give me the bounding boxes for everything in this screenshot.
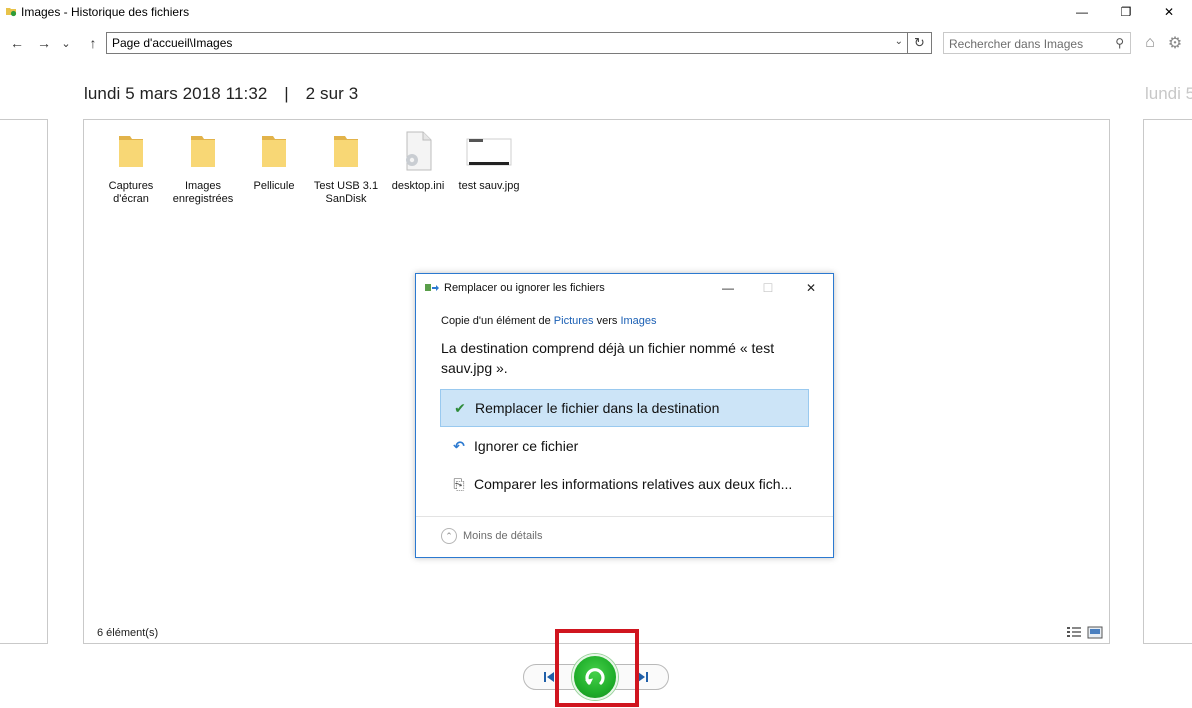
chevron-up-icon: ⌃: [441, 528, 457, 544]
folder-icon: [262, 136, 286, 167]
image-thumbnail-icon: [466, 138, 512, 166]
dialog-minimize-button[interactable]: —: [713, 277, 743, 299]
address-bar[interactable]: Page d'accueil\Images ⌄: [106, 32, 908, 54]
dialog-title: Remplacer ou ignorer les fichiers: [444, 282, 605, 294]
file-item[interactable]: Captures d'écran: [98, 130, 164, 206]
forward-arrow-icon[interactable]: →: [33, 32, 55, 54]
item-count: 6 élément(s): [97, 627, 159, 639]
destination-folder-link[interactable]: Images: [620, 315, 656, 327]
file-name: Pellicule: [253, 180, 295, 192]
replace-or-skip-dialog: Remplacer ou ignorer les fichiers — ☐ ✕ …: [415, 273, 834, 558]
address-text: Page d'accueil\Images: [112, 36, 233, 50]
search-icon[interactable]: ⚲: [1115, 36, 1124, 50]
close-button[interactable]: ✕: [1146, 0, 1192, 24]
compare-files-icon: ⎘: [453, 475, 465, 492]
copy-description: Copie d'un élément de Pictures vers Imag…: [441, 315, 657, 327]
details-view-icon[interactable]: [1066, 626, 1082, 639]
conflict-message: La destination comprend déjà un fichier …: [441, 340, 775, 376]
back-arrow-icon[interactable]: ←: [6, 32, 28, 54]
file-transfer-icon: [425, 284, 439, 291]
dialog-close-button[interactable]: ✕: [796, 277, 826, 299]
address-dropdown-icon[interactable]: ⌄: [895, 36, 903, 47]
less-details-toggle[interactable]: ⌃ Moins de détails: [441, 528, 543, 544]
search-placeholder: Rechercher dans Images: [949, 37, 1084, 51]
skip-file-option[interactable]: ↶ Ignorer ce fichier: [440, 427, 809, 465]
replace-file-option[interactable]: ✔ Remplacer le fichier dans la destinati…: [440, 389, 809, 427]
folder-icon: [191, 136, 215, 167]
highlight-annotation: [555, 629, 639, 707]
snapshot-position: 2 sur 3: [305, 84, 359, 103]
option-label: Comparer les informations relatives aux …: [474, 476, 793, 492]
copy-mid: vers: [593, 315, 621, 327]
file-name: Test USB 3.1 SanDisk: [313, 180, 379, 205]
file-item[interactable]: Pellicule: [241, 130, 307, 193]
less-details-label: Moins de détails: [463, 530, 543, 542]
up-arrow-icon[interactable]: ↑: [82, 32, 104, 54]
home-icon[interactable]: ⌂: [1139, 32, 1161, 54]
heading-separator: |: [284, 84, 289, 103]
snapshot-date: lundi 5 mars 2018 11:32: [84, 84, 268, 103]
recent-locations-chevron-icon[interactable]: ⌄: [57, 32, 75, 54]
refresh-icon[interactable]: ↻: [908, 32, 932, 54]
settings-file-icon: [406, 131, 432, 171]
next-snapshot-panel[interactable]: [1143, 119, 1192, 644]
checkmark-icon: ✔: [454, 399, 466, 416]
file-name: Images enregistrées: [172, 180, 234, 205]
compare-files-option[interactable]: ⎘ Comparer les informations relatives au…: [440, 465, 809, 503]
skip-arrow-icon: ↶: [453, 437, 465, 454]
file-item[interactable]: desktop.ini: [385, 130, 451, 193]
dialog-maximize-button: ☐: [762, 281, 774, 295]
file-name: desktop.ini: [391, 180, 445, 192]
file-name: Captures d'écran: [108, 180, 154, 205]
dialog-divider: [416, 516, 833, 517]
file-item[interactable]: Images enregistrées: [170, 130, 236, 206]
folder-icon: [119, 136, 143, 167]
minimize-button[interactable]: —: [1059, 0, 1105, 24]
option-label: Ignorer ce fichier: [474, 438, 579, 454]
file-item[interactable]: Test USB 3.1 SanDisk: [313, 130, 379, 206]
large-icons-view-icon[interactable]: [1087, 626, 1103, 639]
settings-gear-icon[interactable]: ⚙: [1164, 32, 1186, 54]
option-label: Remplacer le fichier dans la destination: [475, 400, 720, 416]
previous-snapshot-panel[interactable]: [0, 119, 48, 644]
file-item[interactable]: test sauv.jpg: [456, 130, 522, 193]
title-bar: Images - Historique des fichiers — ❐ ✕: [0, 0, 1192, 24]
restore-button[interactable]: ❐: [1103, 0, 1149, 24]
file-name: test sauv.jpg: [458, 180, 520, 192]
navigation-bar: ← → ⌄ ↑ Page d'accueil\Images ⌄ ↻ Recher…: [0, 30, 1192, 56]
search-input[interactable]: Rechercher dans Images ⚲: [943, 32, 1131, 54]
source-folder-link[interactable]: Pictures: [554, 315, 594, 327]
next-snapshot-date-peek: lundi 5: [1145, 84, 1192, 103]
snapshot-heading: lundi 5 mars 2018 11:32 | 2 sur 3: [84, 84, 358, 104]
window-title: Images - Historique des fichiers: [21, 5, 190, 19]
folder-icon: [334, 136, 358, 167]
copy-prefix: Copie d'un élément de: [441, 315, 554, 327]
file-history-icon: [6, 8, 17, 17]
